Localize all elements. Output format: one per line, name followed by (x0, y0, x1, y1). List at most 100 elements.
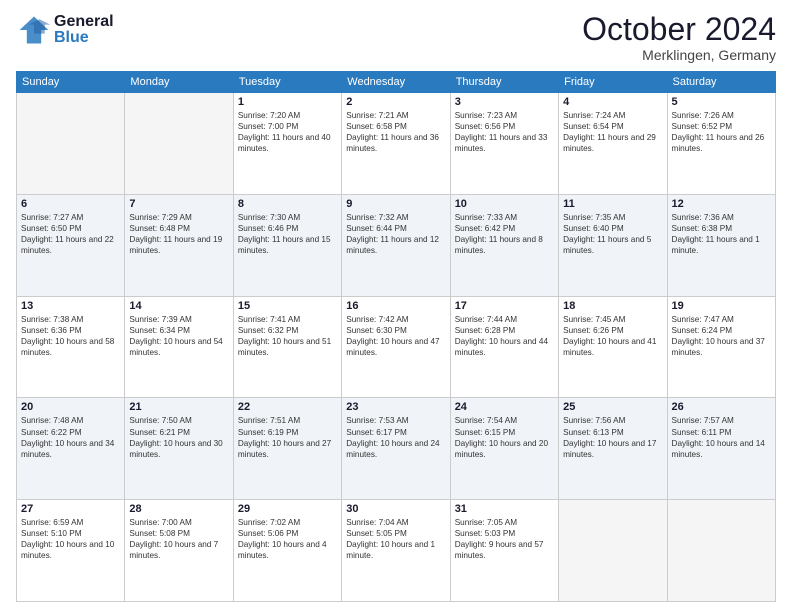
calendar-cell: 5Sunrise: 7:26 AMSunset: 6:52 PMDaylight… (667, 93, 775, 195)
day-info: Sunrise: 7:38 AMSunset: 6:36 PMDaylight:… (21, 314, 120, 358)
sunrise-text: Sunrise: 6:59 AM (21, 518, 83, 527)
sunrise-text: Sunrise: 7:50 AM (129, 416, 191, 425)
sunrise-text: Sunrise: 7:56 AM (563, 416, 625, 425)
day-info: Sunrise: 7:57 AMSunset: 6:11 PMDaylight:… (672, 415, 771, 459)
daylight-text: Daylight: 10 hours and 17 minutes. (563, 439, 656, 459)
calendar-header: Sunday Monday Tuesday Wednesday Thursday… (17, 72, 776, 93)
day-info: Sunrise: 7:21 AMSunset: 6:58 PMDaylight:… (346, 110, 445, 154)
day-info: Sunrise: 7:20 AMSunset: 7:00 PMDaylight:… (238, 110, 337, 154)
sunset-text: Sunset: 6:13 PM (563, 428, 624, 437)
day-number: 19 (672, 300, 771, 312)
daylight-text: Daylight: 10 hours and 1 minute. (346, 540, 435, 560)
page-header: General Blue October 2024 Merklingen, Ge… (16, 12, 776, 63)
sunset-text: Sunset: 5:08 PM (129, 529, 190, 538)
calendar-cell: 17Sunrise: 7:44 AMSunset: 6:28 PMDayligh… (450, 296, 558, 398)
sunset-text: Sunset: 6:21 PM (129, 428, 190, 437)
calendar-cell: 15Sunrise: 7:41 AMSunset: 6:32 PMDayligh… (233, 296, 341, 398)
sunset-text: Sunset: 6:48 PM (129, 224, 190, 233)
sunrise-text: Sunrise: 7:54 AM (455, 416, 517, 425)
daylight-text: Daylight: 11 hours and 15 minutes. (238, 235, 331, 255)
day-number: 10 (455, 198, 554, 210)
day-info: Sunrise: 7:00 AMSunset: 5:08 PMDaylight:… (129, 517, 228, 561)
sunset-text: Sunset: 6:52 PM (672, 122, 733, 131)
day-info: Sunrise: 6:59 AMSunset: 5:10 PMDaylight:… (21, 517, 120, 561)
sunrise-text: Sunrise: 7:23 AM (455, 111, 517, 120)
header-saturday: Saturday (667, 72, 775, 93)
sunset-text: Sunset: 6:38 PM (672, 224, 733, 233)
calendar-table: Sunday Monday Tuesday Wednesday Thursday… (16, 71, 776, 602)
calendar-cell: 23Sunrise: 7:53 AMSunset: 6:17 PMDayligh… (342, 398, 450, 500)
daylight-text: Daylight: 10 hours and 20 minutes. (455, 439, 548, 459)
day-info: Sunrise: 7:51 AMSunset: 6:19 PMDaylight:… (238, 415, 337, 459)
day-info: Sunrise: 7:47 AMSunset: 6:24 PMDaylight:… (672, 314, 771, 358)
calendar-cell: 19 Sunrise: 7:47 AMSunset: 6:24 PMDayligh… (667, 296, 775, 398)
sunset-text: Sunset: 7:00 PM (238, 122, 299, 131)
sunset-text: Sunset: 6:56 PM (455, 122, 516, 131)
calendar-cell (125, 93, 233, 195)
day-number: 13 (21, 300, 120, 312)
calendar-cell: 12Sunrise: 7:36 AMSunset: 6:38 PMDayligh… (667, 194, 775, 296)
title-area: October 2024 Merklingen, Germany (582, 12, 776, 63)
sunset-text: Sunset: 6:40 PM (563, 224, 624, 233)
header-monday: Monday (125, 72, 233, 93)
day-number: 16 (346, 300, 445, 312)
day-number: 21 (129, 401, 228, 413)
day-number: 4 (563, 96, 662, 108)
calendar-week-row: 20 Sunrise: 7:48 AMSunset: 6:22 PMDayligh… (17, 398, 776, 500)
day-info: Sunrise: 7:53 AMSunset: 6:17 PMDaylight:… (346, 415, 445, 459)
sunset-text: Sunset: 6:34 PM (129, 326, 190, 335)
day-number: 15 (238, 300, 337, 312)
calendar-cell: 2 Sunrise: 7:21 AMSunset: 6:58 PMDaylight… (342, 93, 450, 195)
day-info: Sunrise: 7:02 AMSunset: 5:06 PMDaylight:… (238, 517, 337, 561)
day-number: 20 (21, 401, 120, 413)
sunset-text: Sunset: 6:44 PM (346, 224, 407, 233)
day-info: Sunrise: 7:42 AMSunset: 6:30 PMDaylight:… (346, 314, 445, 358)
day-number: 6 (21, 198, 120, 210)
day-info: Sunrise: 7:32 AMSunset: 6:44 PMDaylight:… (346, 212, 445, 256)
day-number: 25 (563, 401, 662, 413)
day-number: 2 (346, 96, 445, 108)
weekday-header-row: Sunday Monday Tuesday Wednesday Thursday… (17, 72, 776, 93)
day-info: Sunrise: 7:04 AMSunset: 5:05 PMDaylight:… (346, 517, 445, 561)
daylight-text: Daylight: 10 hours and 58 minutes. (21, 337, 114, 357)
calendar-cell: 8 Sunrise: 7:30 AMSunset: 6:46 PMDaylight… (233, 194, 341, 296)
daylight-text: Daylight: 11 hours and 40 minutes. (238, 133, 331, 153)
calendar-cell: 20 Sunrise: 7:48 AMSunset: 6:22 PMDayligh… (17, 398, 125, 500)
day-number: 3 (455, 96, 554, 108)
day-info: Sunrise: 7:50 AMSunset: 6:21 PMDaylight:… (129, 415, 228, 459)
day-info: Sunrise: 7:30 AMSunset: 6:46 PMDaylight:… (238, 212, 337, 256)
calendar-cell: 10Sunrise: 7:33 AMSunset: 6:42 PMDayligh… (450, 194, 558, 296)
day-number: 26 (672, 401, 771, 413)
sunrise-text: Sunrise: 7:00 AM (129, 518, 191, 527)
day-info: Sunrise: 7:48 AMSunset: 6:22 PMDaylight:… (21, 415, 120, 459)
calendar-cell: 25 Sunrise: 7:56 AM Sunset: 6:13 PM Dayligh… (559, 398, 667, 500)
calendar-week-row: 13 Sunrise: 7:38 AMSunset: 6:36 PMDayligh… (17, 296, 776, 398)
calendar-cell: 4Sunrise: 7:24 AMSunset: 6:54 PMDaylight… (559, 93, 667, 195)
header-wednesday: Wednesday (342, 72, 450, 93)
day-number: 31 (455, 503, 554, 515)
calendar-cell: 11Sunrise: 7:35 AMSunset: 6:40 PMDayligh… (559, 194, 667, 296)
daylight-text: Daylight: 10 hours and 27 minutes. (238, 439, 331, 459)
sunset-text: Sunset: 6:50 PM (21, 224, 82, 233)
calendar-body: 1Sunrise: 7:20 AMSunset: 7:00 PMDaylight… (17, 93, 776, 602)
day-number: 11 (563, 198, 662, 210)
calendar-cell: 29Sunrise: 7:02 AMSunset: 5:06 PMDayligh… (233, 500, 341, 602)
sunset-text: Sunset: 6:26 PM (563, 326, 624, 335)
daylight-text: Daylight: 10 hours and 24 minutes. (346, 439, 439, 459)
daylight-text: Daylight: 11 hours and 1 minute. (672, 235, 760, 255)
calendar-cell: 9Sunrise: 7:32 AMSunset: 6:44 PMDaylight… (342, 194, 450, 296)
sunrise-text: Sunrise: 7:35 AM (563, 213, 625, 222)
calendar-cell: 28Sunrise: 7:00 AMSunset: 5:08 PMDayligh… (125, 500, 233, 602)
sunrise-text: Sunrise: 7:51 AM (238, 416, 300, 425)
calendar-cell: 22Sunrise: 7:51 AMSunset: 6:19 PMDayligh… (233, 398, 341, 500)
day-number: 14 (129, 300, 228, 312)
calendar-cell: 1Sunrise: 7:20 AMSunset: 7:00 PMDaylight… (233, 93, 341, 195)
sunset-text: Sunset: 6:30 PM (346, 326, 407, 335)
daylight-text: Daylight: 10 hours and 51 minutes. (238, 337, 331, 357)
calendar-week-row: 27Sunrise: 6:59 AMSunset: 5:10 PMDayligh… (17, 500, 776, 602)
calendar-page: General Blue October 2024 Merklingen, Ge… (0, 0, 792, 612)
calendar-cell: 26 Sunrise: 7:57 AMSunset: 6:11 PMDayligh… (667, 398, 775, 500)
sunset-text: Sunset: 6:42 PM (455, 224, 516, 233)
day-number: 8 (238, 198, 337, 210)
day-info: Sunrise: 7:54 AMSunset: 6:15 PMDaylight:… (455, 415, 554, 459)
